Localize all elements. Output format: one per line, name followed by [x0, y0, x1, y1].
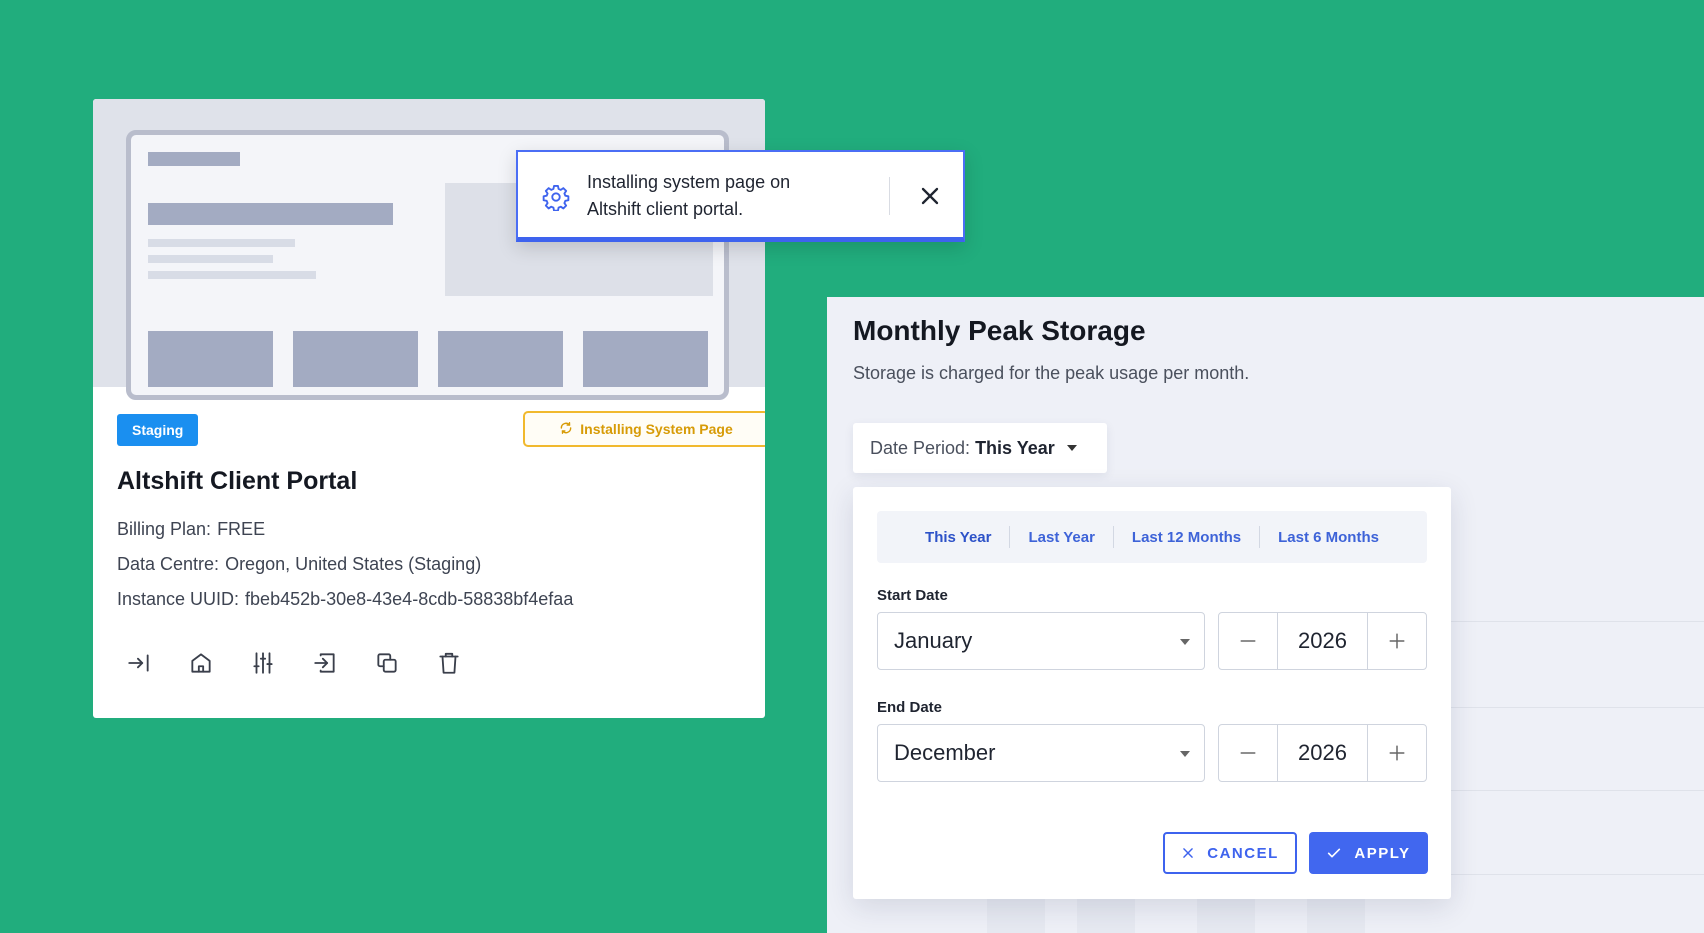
tab-last-12-months[interactable]: Last 12 Months: [1114, 529, 1259, 546]
sliders-icon[interactable]: [247, 647, 279, 679]
end-year-decrement-button[interactable]: [1219, 725, 1277, 781]
billing-plan-row: Billing Plan: FREE: [117, 519, 265, 540]
apply-button[interactable]: APPLY: [1309, 832, 1428, 874]
billing-plan-label: Billing Plan:: [117, 519, 212, 539]
instance-uuid-row: Instance UUID: fbeb452b-30e8-43e4-8cdb-58…: [117, 589, 573, 610]
date-range-popover: This Year Last Year Last 12 Months Last …: [853, 487, 1451, 899]
home-icon[interactable]: [185, 647, 217, 679]
login-icon[interactable]: [123, 647, 155, 679]
start-year-decrement-button[interactable]: [1219, 613, 1277, 669]
tab-this-year[interactable]: This Year: [907, 529, 1009, 546]
trash-icon[interactable]: [433, 647, 465, 679]
gear-icon: [542, 183, 570, 212]
end-year-stepper: 2026: [1218, 724, 1427, 782]
start-year-stepper: 2026: [1218, 612, 1427, 670]
end-year-value[interactable]: 2026: [1277, 725, 1368, 781]
start-date-label: Start Date: [877, 587, 948, 604]
date-period-dropdown[interactable]: Date Period: This Year: [853, 423, 1107, 473]
instance-uuid-label: Instance UUID:: [117, 589, 240, 609]
cancel-label: CANCEL: [1207, 844, 1279, 862]
billing-plan-value: FREE: [217, 519, 266, 539]
end-date-label: End Date: [877, 699, 943, 716]
start-year-increment-button[interactable]: [1368, 613, 1426, 669]
panel-title: Monthly Peak Storage: [853, 315, 1146, 346]
migrate-icon[interactable]: [309, 647, 341, 679]
apply-label: APPLY: [1354, 844, 1411, 862]
site-preview-thumbnail: [93, 99, 765, 400]
minus-icon: [1240, 640, 1256, 642]
panel-subtitle: Storage is charged for the peak usage pe…: [853, 363, 1250, 383]
check-icon: [1328, 848, 1341, 858]
installing-toast: Installing system page on Altshift clien…: [516, 150, 965, 242]
end-month-select[interactable]: December: [877, 724, 1205, 782]
date-period-label: Date Period:: [870, 437, 971, 458]
end-year-increment-button[interactable]: [1368, 725, 1426, 781]
toast-message: Installing system page on Altshift clien…: [587, 172, 791, 219]
installing-status-badge: Installing System Page: [523, 411, 765, 447]
staging-badge: Staging: [117, 414, 199, 446]
close-icon[interactable]: [916, 182, 944, 210]
copy-icon[interactable]: [371, 647, 403, 679]
data-centre-value: Oregon, United States (Staging): [225, 554, 482, 574]
start-month-select[interactable]: January: [877, 612, 1205, 670]
tab-last-year[interactable]: Last Year: [1010, 529, 1112, 546]
installing-status-label: Installing System Page: [580, 421, 733, 437]
caret-down-icon: [1180, 751, 1190, 757]
site-actions-bar: [123, 647, 465, 679]
start-month-value: January: [894, 628, 973, 653]
cancel-button[interactable]: CANCEL: [1163, 832, 1297, 874]
caret-down-icon: [1066, 445, 1077, 451]
caret-down-icon: [1180, 639, 1190, 645]
end-month-value: December: [894, 740, 996, 765]
data-centre-label: Data Centre:: [117, 554, 220, 574]
instance-uuid-value: fbeb452b-30e8-43e4-8cdb-58838bf4efaa: [245, 589, 574, 609]
quick-range-tabs: This Year Last Year Last 12 Months Last …: [877, 511, 1427, 563]
refresh-icon: [559, 421, 573, 438]
date-period-value: This Year: [975, 437, 1055, 458]
plus-icon: [1389, 633, 1405, 649]
toast-divider: [889, 177, 890, 215]
monthly-peak-storage-panel: Monthly Peak Storage Storage is charged …: [827, 297, 1704, 933]
site-title: Altshift Client Portal: [117, 467, 358, 495]
tab-last-6-months[interactable]: Last 6 Months: [1260, 529, 1397, 546]
minus-icon: [1240, 752, 1256, 754]
plus-icon: [1389, 745, 1405, 761]
close-icon: [1183, 848, 1194, 858]
start-year-value[interactable]: 2026: [1277, 613, 1368, 669]
data-centre-row: Data Centre: Oregon, United States (Stagi…: [117, 554, 481, 575]
